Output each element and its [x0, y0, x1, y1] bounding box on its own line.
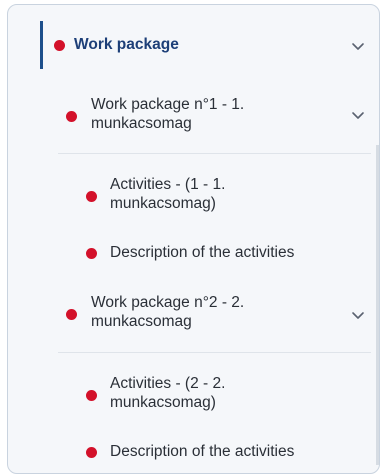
- tree-item-activities-2[interactable]: Activities - (2 - 2. munkacsomag): [8, 365, 379, 421]
- tree-item-label-line1: Work package n°1 - 1.: [91, 96, 245, 113]
- tree-item-label-line1: Activities - (2 - 2.: [110, 375, 226, 392]
- bullet-dot-icon: [86, 390, 97, 401]
- tree-item-work-package-2[interactable]: Work package n°2 - 2. munkacsomag: [8, 287, 379, 343]
- bullet-dot-icon: [66, 309, 77, 320]
- tree-item-label-line2: munkacsomag): [110, 394, 216, 411]
- chevron-down-icon[interactable]: [350, 38, 366, 54]
- chevron-down-icon[interactable]: [350, 307, 366, 323]
- tree-item-description-1[interactable]: Description of the activities: [8, 239, 379, 267]
- tree-item-label-line2: munkacsomag: [91, 313, 192, 330]
- bullet-dot-icon: [54, 40, 65, 51]
- tree-item-label: Work package: [74, 36, 179, 53]
- tree-item-label-line2: munkacsomag: [91, 115, 192, 132]
- section-divider: [58, 352, 371, 353]
- tree-item-work-package[interactable]: Work package: [8, 21, 379, 69]
- section-divider: [58, 153, 371, 154]
- work-package-tree-panel: Work package Work package n°1 - 1. munka…: [7, 4, 380, 474]
- bullet-dot-icon: [66, 111, 77, 122]
- scrollbar[interactable]: [376, 145, 379, 465]
- tree-item-label: Description of the activities: [110, 443, 295, 460]
- bullet-dot-icon: [86, 191, 97, 202]
- tree-item-label-line1: Activities - (1 - 1.: [110, 176, 226, 193]
- tree-item-label-line2: munkacsomag): [110, 195, 216, 212]
- tree-item-label-line1: Work package n°2 - 2.: [91, 294, 245, 311]
- tree-item-label: Description of the activities: [110, 244, 295, 261]
- bullet-dot-icon: [86, 248, 97, 259]
- tree-item-activities-1[interactable]: Activities - (1 - 1. munkacsomag): [8, 165, 379, 221]
- bullet-dot-icon: [86, 447, 97, 458]
- tree-item-work-package-1[interactable]: Work package n°1 - 1. munkacsomag: [8, 87, 379, 143]
- tree-item-description-2[interactable]: Description of the activities: [8, 437, 379, 465]
- chevron-down-icon[interactable]: [350, 107, 366, 123]
